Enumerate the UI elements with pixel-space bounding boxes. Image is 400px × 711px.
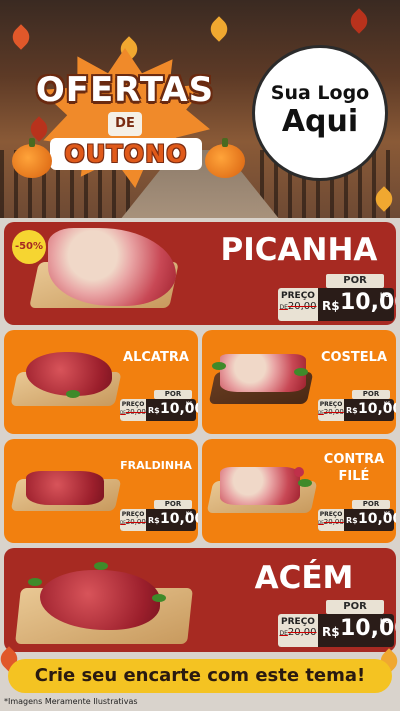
product-card-costela[interactable]: COSTELA POR PREÇO DE20,00 R$ 10,00 KG [202, 330, 396, 434]
old-price-prefix: DE [279, 304, 288, 311]
costela-image [220, 354, 306, 392]
old-price: 20,00 [125, 408, 146, 416]
product-name-line2: FILÉ [338, 469, 370, 484]
picanha-image [48, 228, 176, 306]
product-name: ALCATRA [123, 350, 189, 365]
logo-placeholder[interactable]: Sua Logo Aqui [255, 48, 385, 178]
preco-label: PREÇO [319, 511, 343, 518]
title-ofertas: OFERTAS [35, 70, 215, 110]
herb-garnish [152, 594, 166, 602]
onion-garnish [294, 467, 304, 477]
old-price: 20,00 [323, 518, 344, 526]
autumn-leaf-icon [346, 8, 372, 34]
title-outono: OUTONO [50, 138, 202, 170]
currency-label: R$ [322, 625, 340, 639]
title-de: DE [108, 112, 142, 136]
price-box: PREÇO DE20,00 R$ 10,00 KG [120, 399, 198, 421]
cta-banner[interactable]: Crie seu encarte com este tema! [8, 659, 392, 693]
price-box: PREÇO DE20,00 R$ 10,00 KG [318, 509, 396, 531]
autumn-leaf-icon [8, 24, 34, 50]
unit-label: KG [384, 511, 391, 516]
contra-file-image [220, 467, 300, 505]
unit-label: KG [186, 401, 193, 406]
por-label: POR [154, 390, 192, 399]
logo-text-line2: Aqui [281, 104, 359, 139]
preco-label: PREÇO [281, 617, 315, 627]
fraldinha-image [26, 471, 104, 505]
unit-label: KG [380, 618, 390, 625]
por-label: POR [154, 500, 192, 509]
currency-label: R$ [148, 406, 160, 415]
currency-label: R$ [346, 406, 358, 415]
preco-label: PREÇO [121, 401, 145, 408]
product-card-contra-file[interactable]: CONTRA FILÉ POR PREÇO DE20,00 R$ 10,00 K… [202, 439, 396, 543]
pumpkin-icon [205, 138, 245, 178]
preco-label: PREÇO [319, 401, 343, 408]
product-name: PICANHA [220, 232, 378, 268]
product-card-acem[interactable]: ACÉM POR PREÇO DE20,00 R$ 10,00 KG [4, 548, 396, 652]
herb-garnish [28, 578, 42, 586]
product-card-alcatra[interactable]: ALCATRA POR PREÇO DE20,00 R$ 10,00 KG [4, 330, 198, 434]
por-label: POR [352, 500, 390, 509]
currency-label: R$ [148, 516, 160, 525]
product-card-picanha[interactable]: -50% PICANHA POR PREÇO DE20,00 R$ 10,00 … [4, 222, 396, 325]
product-name: ACÉM [254, 560, 354, 596]
product-card-fraldinha[interactable]: FRALDINHA POR PREÇO DE20,00 R$ 10,00 KG [4, 439, 198, 543]
product-name: COSTELA [320, 350, 388, 365]
por-label: POR [326, 600, 384, 614]
por-label: POR [326, 274, 384, 288]
herb-garnish [298, 479, 312, 487]
currency-label: R$ [322, 299, 340, 313]
price-box: PREÇO DE20,00 R$ 10,00 KG [278, 614, 396, 647]
herb-garnish [66, 390, 80, 398]
herb-garnish [294, 368, 308, 376]
old-price: 20,00 [287, 627, 317, 638]
por-label: POR [352, 390, 390, 399]
preco-label: PREÇO [121, 511, 145, 518]
autumn-leaf-icon [206, 16, 232, 42]
unit-label: KG [380, 292, 390, 299]
price-box: PREÇO DE20,00 R$ 10,00 KG [318, 399, 396, 421]
preco-label: PREÇO [281, 291, 315, 301]
disclaimer-text: *Imagens Meramente Ilustrativas [4, 697, 138, 706]
price-box: PREÇO DE20,00 R$ 10,00 KG [278, 288, 396, 321]
old-price: 20,00 [323, 408, 344, 416]
product-name: FRALDINHA [120, 459, 192, 472]
price-box: PREÇO DE20,00 R$ 10,00 KG [120, 509, 198, 531]
currency-label: R$ [346, 516, 358, 525]
pumpkin-icon [12, 138, 52, 178]
unit-label: KG [384, 401, 391, 406]
hero-banner: OFERTAS DE OUTONO Sua Logo Aqui [0, 0, 400, 218]
old-price: 20,00 [287, 301, 317, 312]
old-price: 20,00 [125, 518, 146, 526]
old-price-prefix: DE [279, 630, 288, 637]
herb-garnish [212, 362, 226, 370]
herb-garnish [94, 562, 108, 570]
product-name: CONTRA FILÉ [314, 451, 394, 485]
logo-text-line1: Sua Logo [270, 82, 370, 104]
unit-label: KG [186, 511, 193, 516]
product-name-line1: CONTRA [323, 452, 385, 467]
discount-badge: -50% [12, 230, 46, 264]
